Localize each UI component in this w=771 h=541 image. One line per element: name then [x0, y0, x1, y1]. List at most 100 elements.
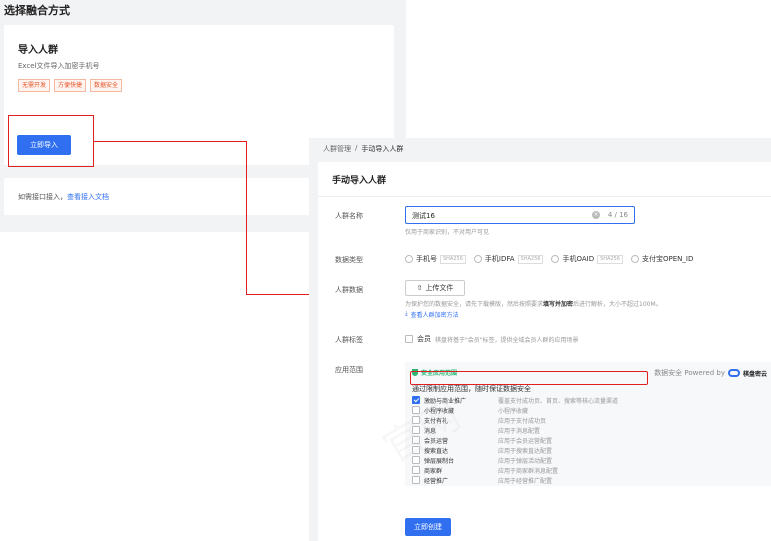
download-icon: ⤓: [405, 310, 408, 317]
crowd-name-hint: 仅用于商家识别，不对用户可见: [405, 229, 490, 236]
scope-item-desc: 应用于消息配置: [498, 427, 541, 435]
scope-item[interactable]: 会员运营 应用于会员运营配置: [412, 435, 618, 445]
scope-item[interactable]: 消息 应用于消息配置: [412, 425, 618, 435]
highlight-box-scope: [410, 371, 648, 385]
scope-item-desc: 应用于搜索直达配置: [498, 447, 553, 455]
create-now-button[interactable]: 立即创建: [405, 518, 451, 536]
upload-file-button[interactable]: ⇧ 上传文件: [405, 280, 465, 296]
feature-tag: 无需开发: [18, 79, 51, 92]
import-crowd-title: 导入人群: [18, 45, 58, 56]
upload-desc-bold: 填写并加密: [543, 301, 574, 308]
member-checkbox[interactable]: [405, 335, 413, 343]
scope-checkbox[interactable]: [412, 476, 420, 484]
form-title: 手动导入人群: [332, 176, 387, 186]
divider: [318, 196, 771, 197]
scope-checkbox-checked[interactable]: [412, 396, 420, 404]
view-encryption-method-link[interactable]: ⤓ 查看人群加密方法: [405, 310, 459, 319]
data-type-option-oaid[interactable]: 手机OAID SHA256: [551, 254, 623, 264]
scope-item-desc: 应用于商家群消息配置: [498, 467, 559, 475]
option-label: 支付宝OPEN_ID: [642, 255, 694, 263]
scope-checkbox[interactable]: [412, 426, 420, 434]
crowd-name-label: 人群名称: [335, 212, 363, 220]
view-api-docs-link[interactable]: 查看接入文档: [67, 193, 109, 201]
scope-checkbox[interactable]: [412, 466, 420, 474]
manual-import-panel: 人群管理 / 手动导入人群 手动导入人群 人群名称 测试16 × 4 / 16 …: [309, 138, 771, 541]
scope-item-desc: 覆盖支付成功页、首页、搜索等核心流量渠道: [498, 397, 619, 405]
scope-item[interactable]: 商家群 应用于商家群消息配置: [412, 465, 618, 475]
char-count: 4 / 16: [607, 211, 628, 219]
scope-item-name: 会员运营: [424, 437, 449, 445]
scope-checkbox[interactable]: [412, 456, 420, 464]
scope-item-desc: 应用于支付成功页: [498, 417, 547, 425]
upload-desc-text: 后进行解析，大小不超过100M。: [573, 301, 662, 308]
data-type-radio-group: 手机号 SHA256 手机IDFA SHA256 手机OAID SHA256 支…: [405, 254, 693, 264]
scope-item-name: 弹层展制台: [424, 457, 455, 465]
data-type-label: 数据类型: [335, 256, 363, 264]
hash-badge: SHA256: [517, 254, 544, 264]
scope-item[interactable]: 支付有礼 应用于支付成功页: [412, 415, 618, 425]
scope-label: 应用范围: [335, 366, 363, 374]
brand-name: 棋盘密云: [742, 370, 767, 378]
hash-badge: SHA256: [440, 254, 466, 264]
import-crowd-desc: Excel文件导入加密手机号: [18, 62, 100, 70]
scope-list: 激励与商业推广 覆盖支付成功页、首页、搜索等核心流量渠道 小程序收藏 小程序收藏…: [412, 395, 618, 485]
scope-item-desc: 小程序收藏: [498, 407, 529, 415]
breadcrumb-crowd-management[interactable]: 人群管理: [323, 144, 351, 154]
data-type-option-alipay-openid[interactable]: 支付宝OPEN_ID: [631, 254, 693, 264]
data-type-option-phone[interactable]: 手机号 SHA256: [405, 254, 466, 264]
crowd-tag-row: 会员 棋盘将基于"会员"标签，提供全域会员人群的应用场景: [405, 334, 579, 344]
scope-item[interactable]: 激励与商业推广 覆盖支付成功页、首页、搜索等核心流量渠道: [412, 395, 618, 405]
scope-checkbox[interactable]: [412, 446, 420, 454]
scope-item-name: 搜索直达: [424, 447, 449, 455]
connector-line: [94, 141, 246, 142]
connector-line: [246, 141, 247, 294]
manual-import-form: 手动导入人群 人群名称 测试16 × 4 / 16 仅用于商家识别，不对用户可见…: [318, 162, 771, 541]
scope-item[interactable]: 弹层展制台 应用于弹层活动配置: [412, 455, 618, 465]
member-option-label: 会员: [417, 335, 431, 343]
option-label: 手机OAID: [562, 255, 595, 263]
feature-tags: 无需开发 方便快捷 数据安全: [18, 79, 123, 92]
clear-icon[interactable]: ×: [592, 211, 600, 219]
powered-by: 数据安全 Powered by 棋盘密云: [654, 368, 767, 378]
radio-icon[interactable]: [473, 255, 482, 263]
option-label: 手机IDFA: [484, 255, 515, 263]
api-access-text: 如需接口接入，查看接入文档: [18, 192, 109, 202]
upload-desc-text: 为保护您的数据安全，请先下载模版，然后按照要求: [405, 301, 544, 308]
breadcrumb-separator: /: [355, 144, 358, 152]
scope-checkbox[interactable]: [412, 416, 420, 424]
cloud-logo-icon: [727, 369, 740, 377]
crowd-name-value: 测试16: [412, 212, 435, 220]
scope-checkbox[interactable]: [412, 406, 420, 414]
feature-tag: 数据安全: [90, 79, 123, 92]
powered-by-text: 数据安全 Powered by: [654, 369, 725, 377]
radio-icon[interactable]: [551, 255, 560, 263]
scope-checkbox[interactable]: [412, 436, 420, 444]
scope-item-name: 经营推广: [424, 477, 449, 485]
scope-item[interactable]: 经营推广 应用于经营推广配置: [412, 475, 618, 485]
crowd-data-label: 人群数据: [335, 286, 363, 294]
api-access-label: 如需接口接入，: [18, 193, 67, 201]
upload-file-label: 上传文件: [425, 284, 454, 292]
scope-subtitle: 通过限制应用范围，随时保证数据安全: [412, 385, 531, 393]
feature-tag: 方便快捷: [54, 79, 87, 92]
scope-item-name: 支付有礼: [424, 417, 449, 425]
member-option-desc: 棋盘将基于"会员"标签，提供全域会员人群的应用场景: [435, 336, 579, 344]
scope-item-desc: 应用于会员运营配置: [498, 437, 553, 445]
scope-item-desc: 应用于弹层活动配置: [498, 457, 553, 465]
option-label: 手机号: [416, 255, 437, 263]
scope-item-name: 商家群: [424, 467, 443, 475]
scope-item[interactable]: 小程序收藏 小程序收藏: [412, 405, 618, 415]
breadcrumb-current: 手动导入人群: [361, 145, 404, 153]
crowd-name-input[interactable]: 测试16 × 4 / 16: [405, 206, 635, 224]
breadcrumb: 人群管理 / 手动导入人群: [323, 144, 403, 154]
radio-icon[interactable]: [405, 255, 413, 263]
data-type-option-idfa[interactable]: 手机IDFA SHA256: [473, 254, 544, 264]
upload-icon: ⇧: [416, 284, 423, 292]
scope-item-name: 消息: [424, 427, 437, 435]
scope-item[interactable]: 搜索直达 应用于搜索直达配置: [412, 445, 618, 455]
view-encryption-method-label: 查看人群加密方法: [410, 312, 459, 319]
highlight-box-import: [8, 115, 94, 167]
hash-badge: SHA256: [597, 254, 623, 264]
radio-icon[interactable]: [631, 255, 639, 263]
scope-item-desc: 应用于经营推广配置: [498, 477, 553, 485]
